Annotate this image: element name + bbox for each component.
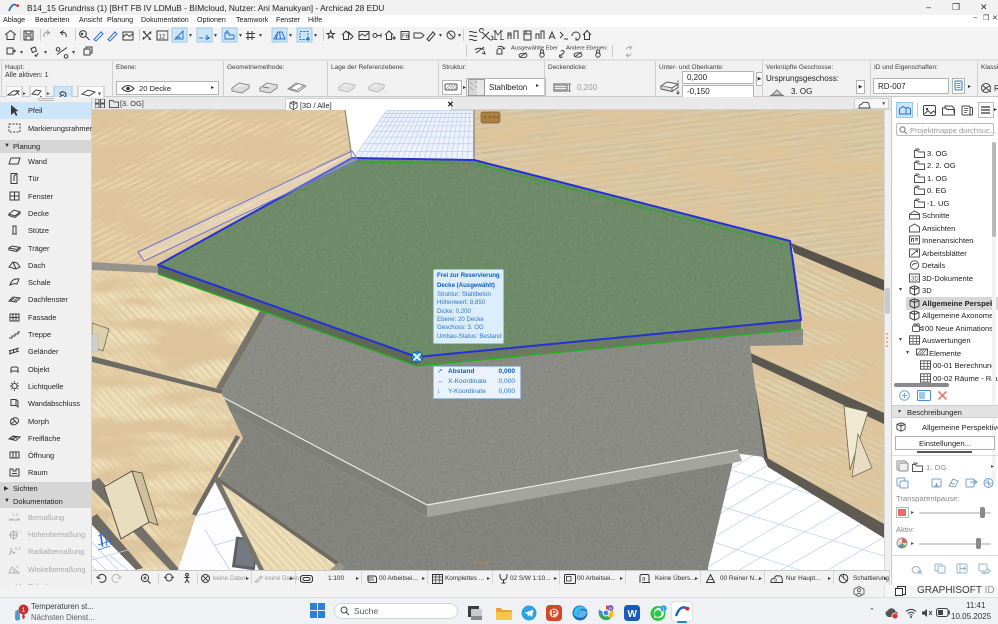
svg-text:▾: ▾ bbox=[439, 33, 442, 39]
svg-text:a: a bbox=[642, 577, 646, 583]
svg-text:F6: F6 bbox=[402, 34, 410, 40]
svg-text:▾: ▾ bbox=[314, 33, 317, 39]
svg-text:▾: ▾ bbox=[239, 33, 242, 39]
svg-text:A: A bbox=[609, 606, 612, 611]
svg-text:12: 12 bbox=[159, 35, 166, 41]
svg-text:Andere Ebenen:: Andere Ebenen: bbox=[566, 46, 608, 52]
svg-text:3D: 3D bbox=[911, 277, 919, 283]
svg-text:ˣ: ˣ bbox=[355, 83, 357, 89]
svg-text:▾: ▾ bbox=[458, 33, 461, 39]
svg-text:a: a bbox=[774, 577, 777, 583]
svg-text:1.2: 1.2 bbox=[12, 512, 19, 517]
svg-text:α: α bbox=[16, 564, 19, 569]
svg-text:▾: ▾ bbox=[289, 33, 292, 39]
svg-text:▾: ▾ bbox=[189, 33, 192, 39]
svg-text:▾: ▾ bbox=[214, 33, 217, 39]
svg-text:▾: ▾ bbox=[20, 50, 23, 56]
svg-text:ₓ: ₓ bbox=[385, 89, 387, 95]
svg-text:▾: ▾ bbox=[259, 33, 262, 39]
svg-text:P: P bbox=[552, 609, 558, 618]
svg-text:1: 1 bbox=[662, 607, 665, 613]
svg-text:1.2: 1.2 bbox=[16, 529, 21, 534]
svg-text:▾: ▾ bbox=[44, 50, 47, 56]
svg-text:W: W bbox=[628, 609, 638, 620]
svg-text:Ausgewählte Eber: Ausgewählte Eber bbox=[511, 46, 558, 52]
svg-text:1: 1 bbox=[22, 607, 26, 614]
svg-text:▾: ▾ bbox=[72, 50, 75, 56]
svg-text:5.2: 5.2 bbox=[15, 546, 21, 551]
